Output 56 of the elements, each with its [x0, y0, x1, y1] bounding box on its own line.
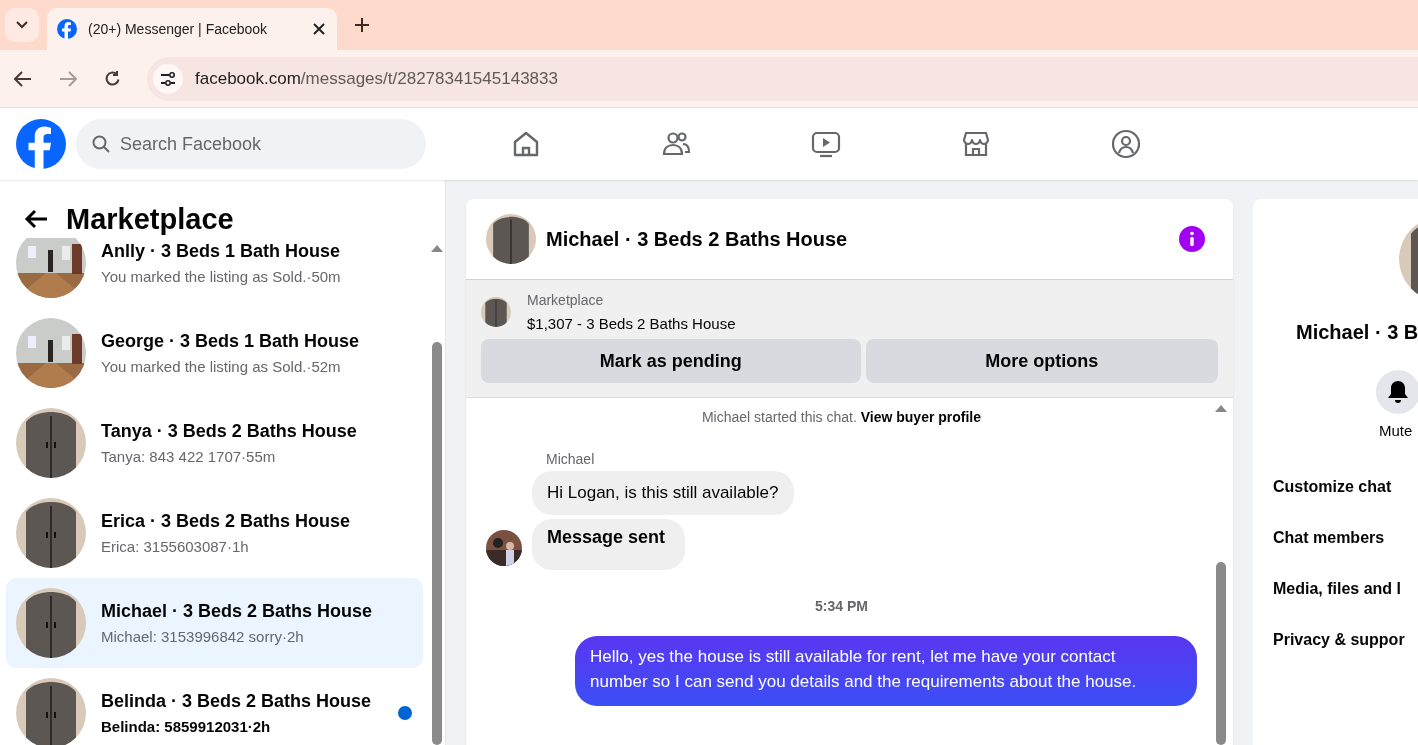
- listing-action-button[interactable]: Mark as pending: [481, 339, 861, 383]
- conversation-preview: Tanya: 843 422 1707·55m: [101, 448, 277, 465]
- conversation-title: Tanya · 3 Beds 2 Baths House: [101, 421, 358, 442]
- sender-name: Michael: [546, 451, 596, 467]
- scroll-up-icon[interactable]: [1215, 404, 1227, 412]
- chat-title: Michael · 3 Beds 2 Baths House: [546, 227, 849, 251]
- conversation-item[interactable]: Tanya · 3 Beds 2 Baths House Tanya: 843 422 1707·55m: [6, 398, 423, 488]
- browser-tab[interactable]: (20+) Messenger | Facebook: [47, 8, 337, 50]
- conversation-preview: You marked the listing as Sold.·50m: [101, 268, 342, 285]
- address-field[interactable]: facebook.com/messages/t/28278341545143833: [147, 56, 1418, 101]
- conversation-title: Belinda · 3 Beds 2 Baths House: [101, 691, 373, 712]
- tab-title: (20+) Messenger | Facebook: [88, 21, 269, 37]
- close-icon[interactable]: [313, 23, 325, 35]
- tab-list-button[interactable]: [5, 8, 39, 42]
- conversation-item[interactable]: George · 3 Beds 1 Bath House You marked the listing as Sold.·52m: [6, 308, 423, 398]
- facebook-logo-icon[interactable]: [16, 119, 66, 169]
- conversation-item[interactable]: Erica · 3 Beds 2 Baths House Erica: 3155603087·1h: [6, 488, 423, 578]
- site-settings-icon[interactable]: [153, 63, 183, 94]
- caret-icon: [16, 21, 28, 29]
- listing-action-button[interactable]: More options: [865, 339, 1218, 383]
- listing-summary: $1,307 - 3 Beds 2 Baths House: [527, 315, 736, 332]
- conversation-title: Michael · 3 Beds 2 Baths House: [101, 601, 374, 622]
- conversation-title: George · 3 Beds 1 Bath House: [101, 331, 361, 352]
- new-tab-icon[interactable]: [355, 18, 369, 32]
- mute-label: Mute: [1379, 422, 1414, 439]
- conversation-preview: You marked the listing as Sold.·52m: [101, 358, 342, 375]
- back-arrow-icon[interactable]: [24, 209, 48, 229]
- reload-icon[interactable]: [104, 70, 121, 87]
- conversation-preview: Erica: 3155603087·1h: [101, 538, 250, 555]
- conversation-preview: Belinda: 5859912031·2h: [101, 718, 272, 735]
- sidebar-title: Marketplace: [66, 202, 234, 236]
- message-bubble: Hello, yes the house is still available for rent, let me have your contact number so I can send you details and the requirements about the house.: [575, 636, 1197, 706]
- message-bubble: Hi Logan, is this still available?: [532, 471, 794, 515]
- search-field[interactable]: Search Facebook: [76, 119, 426, 169]
- conversation-title: Anlly · 3 Beds 1 Bath House: [101, 241, 342, 262]
- scroll-up-icon[interactable]: [431, 244, 443, 252]
- conversation-item[interactable]: Michael · 3 Beds 2 Baths House Michael: 3153996842 sorry·2h: [6, 578, 423, 668]
- details-title: Michael · 3 B: [1296, 321, 1418, 344]
- timestamp: 5:34 PM: [814, 598, 869, 614]
- details-menu-item[interactable]: Privacy & suppor: [1273, 631, 1418, 649]
- details-menu-item[interactable]: Media, files and l: [1273, 580, 1418, 598]
- message-bubble: Message sent: [532, 519, 686, 570]
- url-text: facebook.com/messages/t/28278341545143833: [195, 68, 558, 89]
- info-icon[interactable]: [1179, 226, 1205, 252]
- details-menu-item[interactable]: Chat members: [1273, 529, 1418, 547]
- bell-icon[interactable]: [1376, 370, 1418, 414]
- buyer-profile-link[interactable]: View buyer profile: [860, 409, 982, 425]
- details-menu-item[interactable]: Customize chat: [1273, 478, 1418, 496]
- back-arrow-icon[interactable]: [14, 70, 32, 87]
- chat-start-notice: Michael started this chat. View buyer profile: [700, 409, 983, 425]
- conversation-preview: Michael: 3153996842 sorry·2h: [101, 628, 305, 645]
- listing-label: Marketplace: [527, 292, 605, 308]
- conversation-title: Erica · 3 Beds 2 Baths House: [101, 511, 352, 532]
- conversation-item[interactable]: Anlly · 3 Beds 1 Bath House You marked the listing as Sold.·50m: [6, 238, 423, 308]
- facebook-logo-icon: [57, 19, 77, 39]
- conversation-item[interactable]: Belinda · 3 Beds 2 Baths House Belinda: 5859912031·2h: [6, 668, 423, 745]
